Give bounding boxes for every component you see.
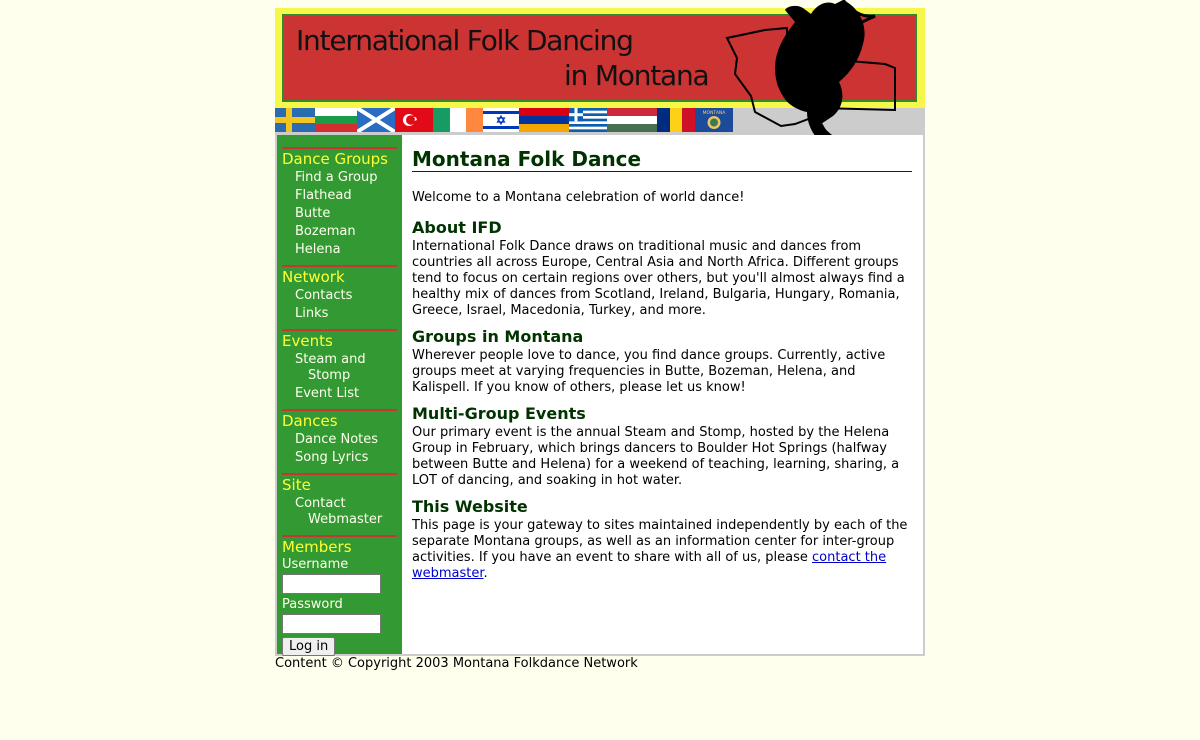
sidebar-item-bozeman[interactable]: Bozeman	[282, 224, 397, 240]
page-title: Montana Folk Dance	[412, 147, 912, 172]
sweden-flag-icon	[275, 108, 315, 132]
sidebar-item-find-a-group[interactable]: Find a Group	[282, 170, 397, 186]
sidebar-nav: Dance Groups Find a Group Flathead Butte…	[277, 135, 402, 656]
sidebar-heading-site: Site	[282, 476, 311, 494]
sidebar-section-network: Network Contacts Links	[282, 265, 397, 322]
sidebar-item-song-lyrics[interactable]: Song Lyrics	[282, 450, 397, 466]
site-title-line2: in Montana	[564, 59, 710, 92]
website-text-after: .	[483, 566, 488, 581]
sidebar-item-contacts[interactable]: Contacts	[282, 288, 397, 304]
site-title-line1: International Folk Dancing	[296, 24, 634, 57]
section-text-events: Our primary event is the annual Steam an…	[412, 425, 900, 488]
sidebar-item-label-wrap: Webmaster	[308, 512, 383, 527]
bulgaria-flag-icon	[315, 108, 357, 132]
welcome-text: Welcome to a Montana celebration of worl…	[412, 190, 745, 205]
footer-copyright: Content © Copyright 2003 Montana Folkdan…	[275, 656, 638, 671]
page-container: International Folk Dancing in Montana MO…	[275, 0, 925, 656]
hungary-flag-icon	[607, 108, 657, 132]
svg-text:MONTANA: MONTANA	[703, 110, 727, 116]
sidebar-heading-events: Events	[282, 332, 333, 350]
section-text-groups: Wherever people love to dance, you find …	[412, 348, 886, 395]
sidebar-heading-dance-groups: Dance Groups	[282, 150, 388, 168]
sidebar-item-helena[interactable]: Helena	[282, 242, 397, 258]
israel-flag-icon	[483, 108, 519, 132]
section-text-website: This page is your gateway to sites maint…	[412, 518, 912, 582]
password-label: Password	[282, 597, 343, 612]
sidebar-item-butte[interactable]: Butte	[282, 206, 397, 222]
username-input[interactable]	[282, 574, 381, 594]
sidebar-item-flathead[interactable]: Flathead	[282, 188, 397, 204]
login-button[interactable]: Log in	[282, 637, 336, 656]
sidebar-section-dance-groups: Dance Groups Find a Group Flathead Butte…	[282, 147, 397, 258]
section-heading-website: This Website	[412, 497, 528, 516]
scotland-flag-icon	[357, 108, 395, 132]
sidebar-item-contact-webmaster[interactable]: Contact Webmaster	[282, 496, 397, 528]
password-input[interactable]	[282, 614, 381, 634]
sidebar-item-label-wrap: Stomp	[308, 368, 351, 383]
main-body: Dance Groups Find a Group Flathead Butte…	[275, 135, 925, 656]
main-content: Montana Folk Dance Welcome to a Montana …	[412, 147, 912, 590]
sidebar-item-label: Contact	[295, 496, 346, 511]
turkey-flag-icon	[395, 108, 433, 132]
sidebar-item-event-list[interactable]: Event List	[282, 386, 397, 402]
greece-flag-icon	[569, 108, 607, 132]
ireland-flag-icon	[433, 108, 483, 132]
sidebar-heading-network: Network	[282, 268, 345, 286]
section-heading-events: Multi-Group Events	[412, 404, 586, 423]
sidebar-item-dance-notes[interactable]: Dance Notes	[282, 432, 397, 448]
sidebar-heading-dances: Dances	[282, 412, 338, 430]
sidebar-section-members: Members Username Password Log in	[282, 535, 397, 656]
romania-flag-icon	[657, 108, 695, 132]
armenia-flag-icon	[519, 108, 569, 132]
sidebar-item-label: Steam and	[295, 352, 366, 367]
sidebar-item-steam-and-stomp[interactable]: Steam and Stomp	[282, 352, 397, 384]
section-heading-groups: Groups in Montana	[412, 327, 584, 346]
section-text-about-ifd: International Folk Dance draws on tradit…	[412, 239, 905, 318]
username-label: Username	[282, 557, 349, 572]
sidebar-section-dances: Dances Dance Notes Song Lyrics	[282, 409, 397, 466]
sidebar-item-links[interactable]: Links	[282, 306, 397, 322]
sidebar-section-site: Site Contact Webmaster	[282, 473, 397, 528]
section-heading-about-ifd: About IFD	[412, 218, 502, 237]
sidebar-heading-members: Members	[282, 538, 352, 556]
sidebar-section-events: Events Steam and Stomp Event List	[282, 329, 397, 402]
